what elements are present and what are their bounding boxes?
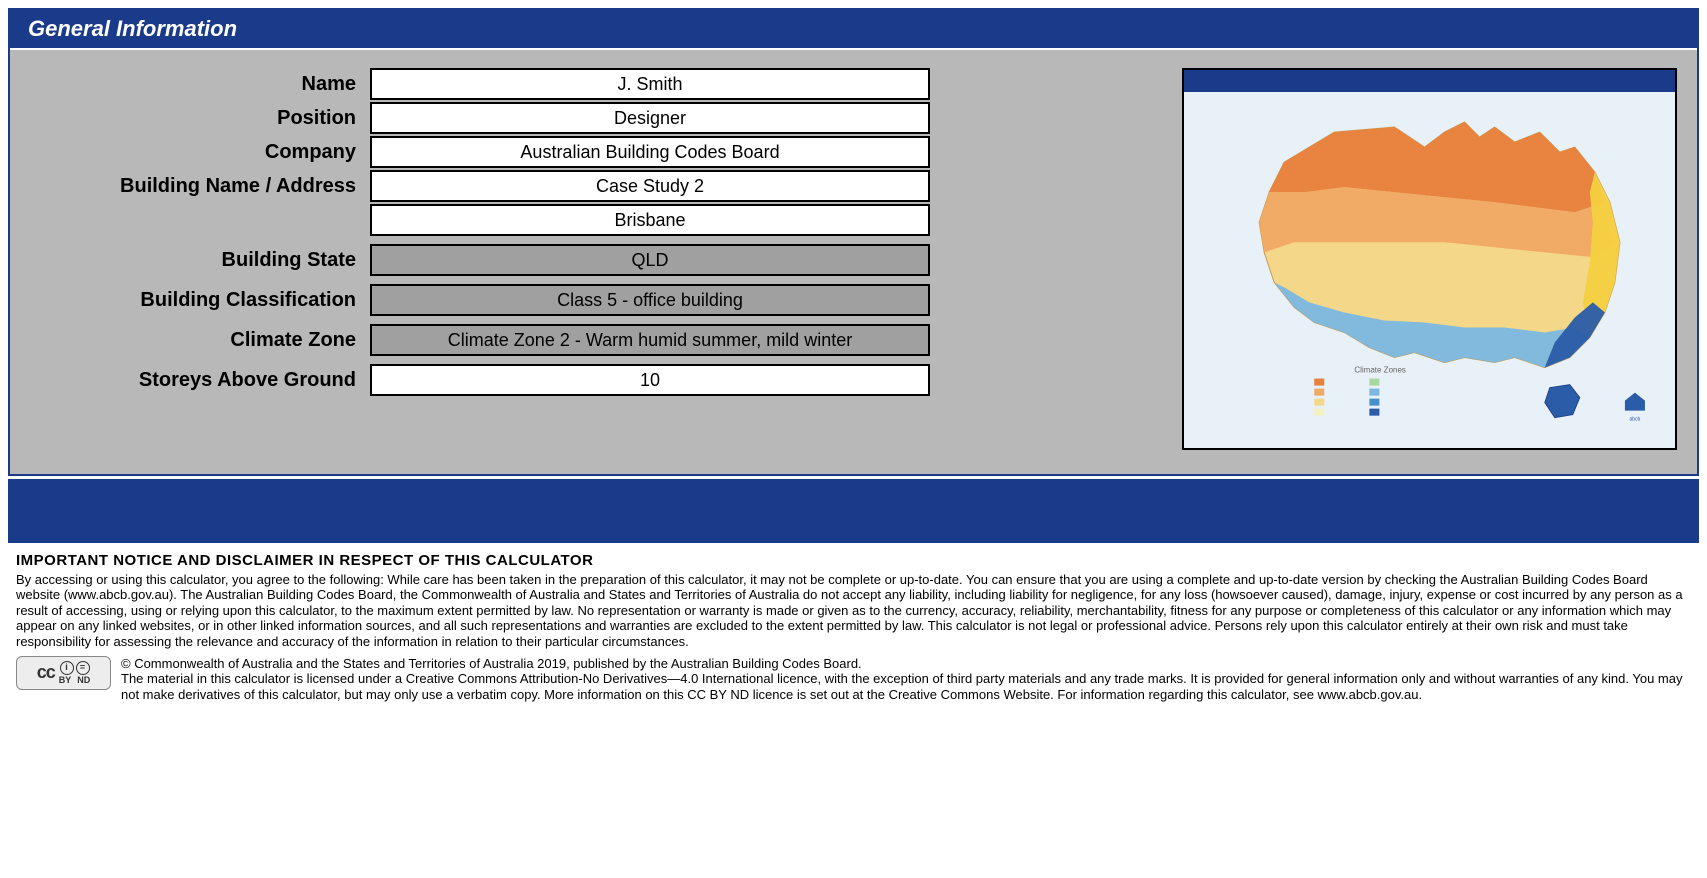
cc-nd-circle-icon: = [76,661,90,675]
row-building-classification: Building Classification Class 5 - office… [30,284,1142,316]
row-building-name-2: Brisbane [30,204,1142,236]
map-top-bar [1184,70,1675,92]
select-building-state[interactable]: QLD [370,244,930,276]
input-position[interactable]: Designer [370,102,930,134]
input-company[interactable]: Australian Building Codes Board [370,136,930,168]
climate-zone-map: Climate Zones [1182,68,1677,450]
label-storeys: Storeys Above Ground [30,369,370,392]
map-column: Climate Zones [1182,68,1677,450]
input-building-name-1[interactable]: Case Study 2 [370,170,930,202]
general-information-panel: General Information Name J. Smith Positi… [8,8,1699,476]
row-building-state: Building State QLD [30,244,1142,276]
disclaimer-body: By accessing or using this calculator, y… [16,572,1691,650]
cc-main-label: cc [37,662,55,684]
panel-header: General Information [10,10,1697,50]
map-image-wrap: Climate Zones [1184,92,1675,448]
row-position: Position Designer [30,102,1142,134]
row-name: Name J. Smith [30,68,1142,100]
cc-by-nd-icon: cc i = BY ND [16,656,111,690]
cc-by-circle-icon: i [60,661,74,675]
row-building-name-1: Building Name / Address Case Study 2 [30,170,1142,202]
row-company: Company Australian Building Codes Board [30,136,1142,168]
label-climate-zone: Climate Zone [30,329,370,352]
label-building-name: Building Name / Address [30,175,370,198]
disclaimer-title: IMPORTANT NOTICE AND DISCLAIMER IN RESPE… [16,552,1691,570]
input-storeys[interactable]: 10 [370,364,930,396]
label-building-state: Building State [30,249,370,272]
select-building-classification[interactable]: Class 5 - office building [370,284,930,316]
cc-by-label: BY [59,676,72,685]
input-name[interactable]: J. Smith [370,68,930,100]
disclaimer-section: IMPORTANT NOTICE AND DISCLAIMER IN RESPE… [8,546,1699,654]
input-building-name-2[interactable]: Brisbane [370,204,930,236]
australia-map-icon: Climate Zones [1194,102,1665,433]
legend-title: Climate Zones [1354,366,1406,375]
select-climate-zone[interactable]: Climate Zone 2 - Warm humid summer, mild… [370,324,930,356]
label-company: Company [30,141,370,164]
label-name: Name [30,73,370,96]
separator-bar [8,476,1699,546]
copyright-section: cc i = BY ND © Commonwealth of Australia… [8,654,1699,713]
label-position: Position [30,107,370,130]
form-column: Name J. Smith Position Designer Company … [30,68,1142,450]
label-building-classification: Building Classification [30,289,370,312]
cc-nd-label: ND [77,676,90,685]
row-climate-zone: Climate Zone Climate Zone 2 - Warm humid… [30,324,1142,356]
copyright-text: © Commonwealth of Australia and the Stat… [121,656,1691,703]
svg-text:abcb: abcb [1630,417,1641,423]
panel-body: Name J. Smith Position Designer Company … [10,50,1697,474]
row-storeys: Storeys Above Ground 10 [30,364,1142,396]
